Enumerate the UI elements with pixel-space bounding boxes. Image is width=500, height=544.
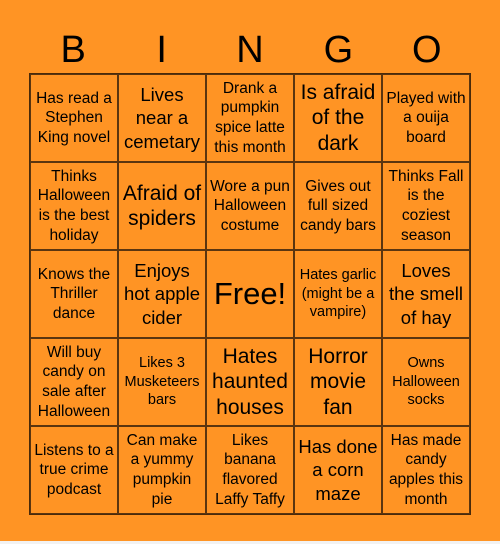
cell-text: Likes banana flavored Laffy Taffy xyxy=(215,431,285,508)
cell-text: Enjoys hot apple cider xyxy=(123,260,201,328)
cell-text: Has made candy apples this month xyxy=(388,431,464,508)
cell-text: Loves the smell of hay xyxy=(388,260,464,328)
cell-text: Wore a pun Halloween costume xyxy=(210,177,290,234)
bingo-cell[interactable]: Likes banana flavored Laffy Taffy xyxy=(206,426,294,514)
cell-text: Listens to a true crime podcast xyxy=(34,441,114,498)
bingo-cell[interactable]: Loves the smell of hay xyxy=(382,250,470,338)
bingo-cell[interactable]: Has made candy apples this month xyxy=(382,426,470,514)
bingo-cell[interactable]: Will buy candy on sale after Halloween xyxy=(30,338,118,426)
header-letter-o: O xyxy=(412,29,442,71)
bingo-cell[interactable]: Thinks Fall is the coziest season xyxy=(382,162,470,250)
bingo-cell[interactable]: Can make a yummy pumpkin pie xyxy=(118,426,206,514)
cell-text: Owns Halloween socks xyxy=(392,354,460,409)
cell-text: Knows the Thriller dance xyxy=(37,265,111,322)
header-letter-n: N xyxy=(236,29,264,71)
cell-text: Has done a corn maze xyxy=(298,436,378,504)
cell-text: Thinks Fall is the coziest season xyxy=(388,167,464,244)
cell-text: Horror movie fan xyxy=(308,345,368,419)
cell-text: Can make a yummy pumpkin pie xyxy=(126,431,198,508)
header-letter-i: I xyxy=(156,29,167,71)
cell-text: Has read a Stephen King novel xyxy=(36,89,112,146)
bingo-cell[interactable]: Knows the Thriller dance xyxy=(30,250,118,338)
bingo-grid: Has read a Stephen King novel Lives near… xyxy=(29,73,471,515)
cell-text: Hates haunted houses xyxy=(212,345,288,419)
bingo-cell[interactable]: Is afraid of the dark xyxy=(294,74,382,162)
bingo-cell[interactable]: Thinks Halloween is the best holiday xyxy=(30,162,118,250)
bingo-cell[interactable]: Owns Halloween socks xyxy=(382,338,470,426)
header-letter-b: B xyxy=(60,29,86,71)
cell-text: Will buy candy on sale after Halloween xyxy=(37,343,111,420)
bingo-cell[interactable]: Has done a corn maze xyxy=(294,426,382,514)
free-space-cell[interactable]: Free! xyxy=(206,250,294,338)
cell-text: Gives out full sized candy bars xyxy=(300,177,376,234)
bingo-cell[interactable]: Listens to a true crime podcast xyxy=(30,426,118,514)
bingo-cell[interactable]: Lives near a cemetary xyxy=(118,74,206,162)
bingo-cell[interactable]: Played with a ouija board xyxy=(382,74,470,162)
free-space-text: Free! xyxy=(213,275,287,311)
bingo-cell[interactable]: Has read a Stephen King novel xyxy=(30,74,118,162)
cell-text: Afraid of spiders xyxy=(122,181,202,230)
cell-text: Thinks Halloween is the best holiday xyxy=(37,167,111,244)
cell-text: Hates garlic (might be a vampire) xyxy=(299,266,377,321)
cell-text: Likes 3 Musketeers bars xyxy=(124,354,200,409)
bingo-cell[interactable]: Wore a pun Halloween costume xyxy=(206,162,294,250)
bingo-cell[interactable]: Enjoys hot apple cider xyxy=(118,250,206,338)
bingo-cell[interactable]: Drank a pumpkin spice latte this month xyxy=(206,74,294,162)
cell-text: Lives near a cemetary xyxy=(123,84,201,152)
cell-text: Drank a pumpkin spice latte this month xyxy=(214,79,286,156)
cell-text: Played with a ouija board xyxy=(386,89,466,146)
cell-text: Is afraid of the dark xyxy=(300,81,376,155)
bingo-header: B I N G O xyxy=(29,28,471,72)
bingo-cell[interactable]: Likes 3 Musketeers bars xyxy=(118,338,206,426)
bingo-cell[interactable]: Hates garlic (might be a vampire) xyxy=(294,250,382,338)
bingo-card: B I N G O Has read a Stephen King novel … xyxy=(0,0,500,541)
bingo-cell[interactable]: Afraid of spiders xyxy=(118,162,206,250)
header-letter-g: G xyxy=(323,29,354,71)
bingo-cell[interactable]: Horror movie fan xyxy=(294,338,382,426)
bingo-cell[interactable]: Gives out full sized candy bars xyxy=(294,162,382,250)
bingo-cell[interactable]: Hates haunted houses xyxy=(206,338,294,426)
